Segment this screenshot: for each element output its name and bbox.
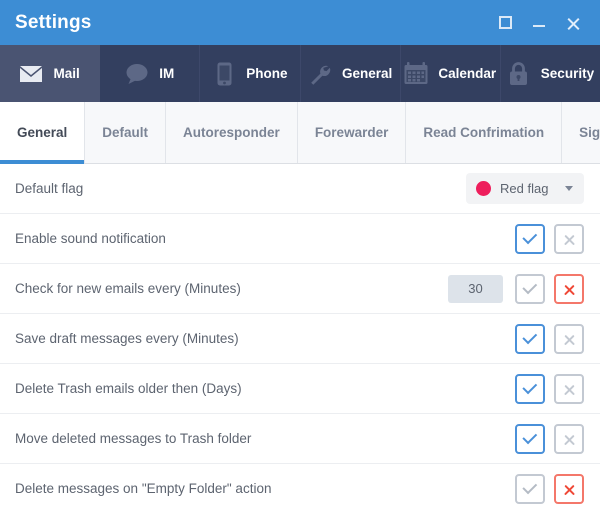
nav-label-security: Security	[541, 66, 594, 81]
nav-label-general: General	[342, 66, 392, 81]
check-icon	[522, 429, 537, 444]
disable-checkbox[interactable]	[554, 324, 584, 354]
setting-controls	[515, 324, 584, 354]
setting-controls	[515, 224, 584, 254]
red-flag-dot-icon	[476, 181, 491, 196]
calendar-icon	[404, 62, 428, 86]
setting-row-default-flag: Default flag Red flag	[0, 164, 600, 214]
setting-controls	[515, 474, 584, 504]
cross-icon	[563, 282, 576, 295]
dropdown-selected-value: Red flag	[500, 181, 556, 196]
setting-label: Delete messages on "Empty Folder" action	[15, 481, 515, 496]
close-button[interactable]	[556, 6, 590, 40]
maximize-button[interactable]	[488, 6, 522, 40]
envelope-icon	[19, 62, 43, 86]
setting-row-check-new-emails: Check for new emails every (Minutes)	[0, 264, 600, 314]
enable-checkbox[interactable]	[515, 374, 545, 404]
setting-label: Check for new emails every (Minutes)	[15, 281, 448, 296]
setting-controls: Red flag	[466, 173, 584, 204]
nav-label-im: IM	[159, 66, 174, 81]
disable-checkbox[interactable]	[554, 474, 584, 504]
minimize-icon	[533, 25, 545, 27]
title-bar: Settings	[0, 0, 600, 45]
disable-checkbox[interactable]	[554, 224, 584, 254]
disable-checkbox[interactable]	[554, 274, 584, 304]
nav-item-phone[interactable]: Phone	[200, 45, 300, 102]
tab-default[interactable]: Default	[85, 102, 166, 163]
lock-icon	[507, 62, 531, 86]
nav-item-security[interactable]: Security	[501, 45, 600, 102]
enable-checkbox[interactable]	[515, 424, 545, 454]
setting-row-delete-trash: Delete Trash emails older then (Days)	[0, 364, 600, 414]
enable-checkbox[interactable]	[515, 224, 545, 254]
setting-row-save-draft: Save draft messages every (Minutes)	[0, 314, 600, 364]
setting-controls	[515, 424, 584, 454]
nav-label-phone: Phone	[246, 66, 287, 81]
cross-icon	[563, 382, 576, 395]
chat-bubble-icon	[125, 62, 149, 86]
maximize-icon	[499, 16, 512, 29]
mobile-phone-icon	[212, 62, 236, 86]
window-title: Settings	[15, 12, 92, 34]
enable-checkbox[interactable]	[515, 324, 545, 354]
tab-read-confirmation[interactable]: Read Confrimation	[406, 102, 562, 163]
close-icon	[566, 15, 581, 30]
setting-controls	[515, 374, 584, 404]
nav-item-mail[interactable]: Mail	[0, 45, 100, 102]
nav-item-general[interactable]: General	[301, 45, 401, 102]
settings-list: Default flag Red flag Enable sound notif…	[0, 164, 600, 508]
check-icon	[522, 329, 537, 344]
cross-icon	[563, 432, 576, 445]
tab-general[interactable]: General	[0, 102, 85, 163]
disable-checkbox[interactable]	[554, 424, 584, 454]
settings-window: Settings Mail IM	[0, 0, 600, 508]
sub-tab-bar: General Default Autoresponder Forewarder…	[0, 102, 600, 164]
cross-icon	[563, 232, 576, 245]
tab-forewarder[interactable]: Forewarder	[298, 102, 407, 163]
check-icon	[522, 379, 537, 394]
enable-checkbox[interactable]	[515, 274, 545, 304]
chevron-down-icon	[565, 186, 573, 191]
window-controls	[488, 6, 600, 40]
check-interval-input[interactable]	[448, 275, 503, 303]
setting-label: Save draft messages every (Minutes)	[15, 331, 515, 346]
check-icon	[522, 229, 537, 244]
setting-row-empty-folder: Delete messages on "Empty Folder" action	[0, 464, 600, 508]
default-flag-dropdown[interactable]: Red flag	[466, 173, 584, 204]
wrench-icon	[308, 62, 332, 86]
setting-label: Default flag	[15, 181, 466, 196]
check-icon	[522, 479, 537, 494]
minimize-button[interactable]	[522, 6, 556, 40]
setting-row-sound-notification: Enable sound notification	[0, 214, 600, 264]
disable-checkbox[interactable]	[554, 374, 584, 404]
nav-item-calendar[interactable]: Calendar	[401, 45, 501, 102]
nav-label-calendar: Calendar	[438, 66, 496, 81]
setting-controls	[448, 274, 584, 304]
main-navigation: Mail IM Phone General Calendar	[0, 45, 600, 102]
enable-checkbox[interactable]	[515, 474, 545, 504]
cross-icon	[563, 332, 576, 345]
cross-icon	[563, 482, 576, 495]
check-icon	[522, 279, 537, 294]
nav-label-mail: Mail	[53, 66, 79, 81]
tab-autoresponder[interactable]: Autoresponder	[166, 102, 298, 163]
setting-label: Delete Trash emails older then (Days)	[15, 381, 515, 396]
nav-item-im[interactable]: IM	[100, 45, 200, 102]
setting-label: Enable sound notification	[15, 231, 515, 246]
setting-row-move-deleted: Move deleted messages to Trash folder	[0, 414, 600, 464]
tab-signature[interactable]: Signature	[562, 102, 600, 163]
setting-label: Move deleted messages to Trash folder	[15, 431, 515, 446]
